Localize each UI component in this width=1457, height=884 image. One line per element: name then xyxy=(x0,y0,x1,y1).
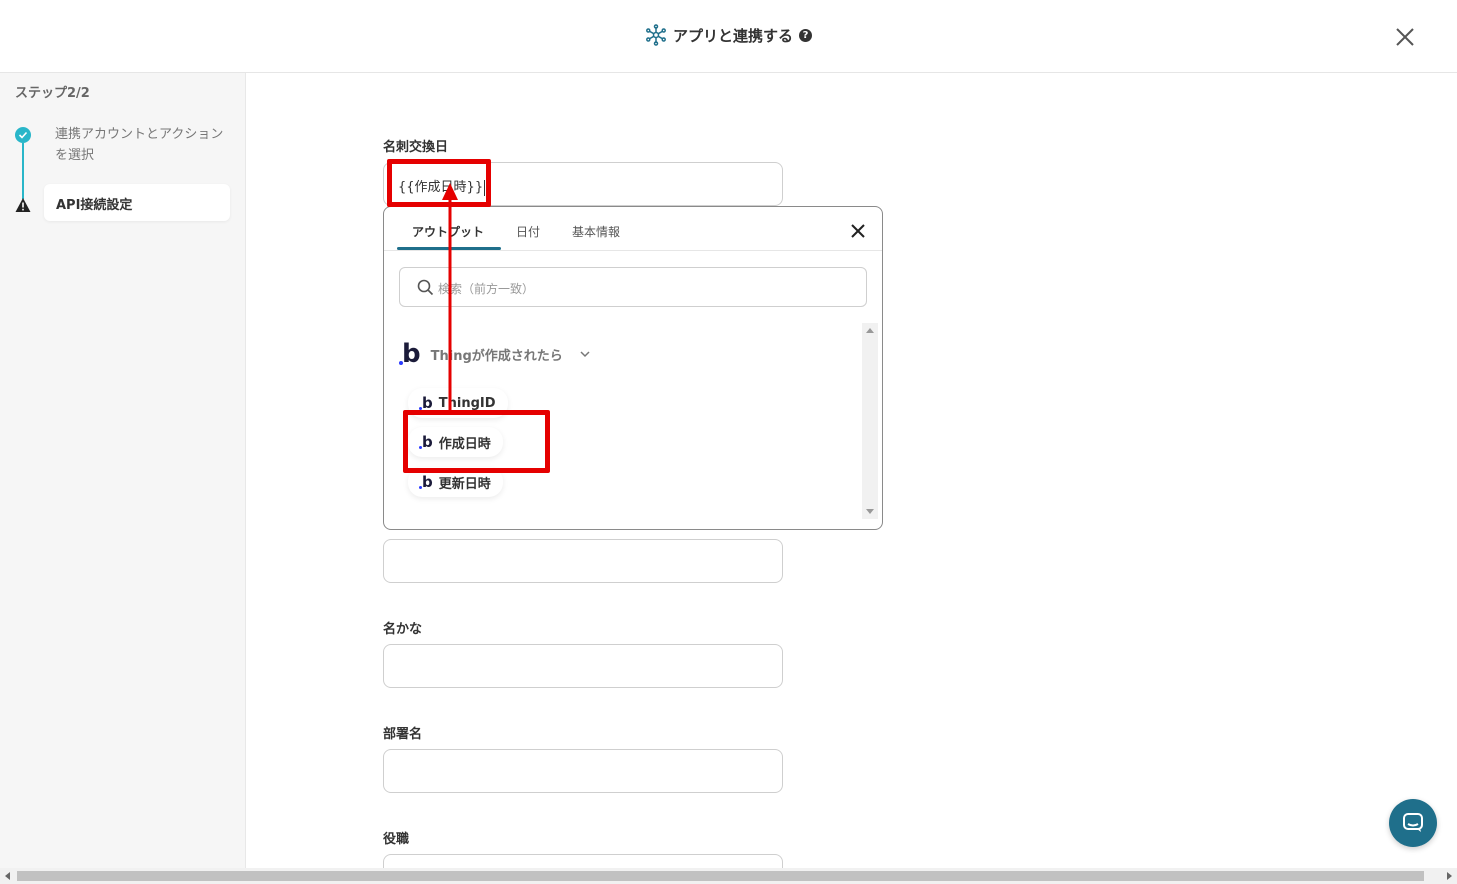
chat-support-button[interactable] xyxy=(1389,799,1437,847)
item-logo-letter: b xyxy=(422,394,433,412)
active-tab-indicator xyxy=(397,247,501,250)
scroll-up-arrow[interactable] xyxy=(866,328,874,333)
horizontal-scrollbar[interactable] xyxy=(0,868,1457,884)
list-item-updated-at[interactable]: b 更新日時 xyxy=(408,467,503,497)
text-caret xyxy=(484,179,486,196)
field-label-department: 部署名 xyxy=(383,727,423,742)
field-label-name-kana: 名かな xyxy=(383,622,423,637)
close-icon xyxy=(1396,28,1414,46)
meishi-date-value-text: {{作成日時}} xyxy=(398,180,484,195)
scrollbar-thumb[interactable] xyxy=(17,871,1424,881)
tab-output[interactable]: アウトプット xyxy=(412,223,484,240)
integration-icon xyxy=(646,24,666,46)
modal-header: アプリと連携する ? xyxy=(0,0,1457,73)
department-input[interactable] xyxy=(383,749,783,793)
scroll-left-arrow[interactable] xyxy=(5,872,10,880)
close-icon xyxy=(851,224,865,238)
app-logo-letter: b xyxy=(402,339,421,369)
item-logo-letter: b xyxy=(422,433,433,451)
item-logo-letter: b xyxy=(422,473,433,491)
item-label: ThingID xyxy=(438,395,496,411)
scroll-down-arrow[interactable] xyxy=(866,509,874,514)
item-label: 更新日時 xyxy=(438,476,491,492)
app-logo-icon: b xyxy=(399,339,421,369)
output-picker-popup: アウトプット 日付 基本情報 検索（前方一致） b Thingが作成されたら b xyxy=(383,206,883,530)
step-api-settings-label: API接続設定 xyxy=(56,198,133,213)
tab-date[interactable]: 日付 xyxy=(516,223,540,240)
field-label-position: 役職 xyxy=(383,832,410,847)
app-logo-icon: b xyxy=(419,394,433,412)
step-api-settings[interactable]: API接続設定 xyxy=(44,184,230,221)
app-logo-icon: b xyxy=(419,473,433,491)
tab-basic-info[interactable]: 基本情報 xyxy=(572,223,620,240)
steps-sidebar: ステップ2/2 連携アカウントとアクションを選択 API接続設定 xyxy=(0,73,246,868)
close-popup-button[interactable] xyxy=(849,222,867,240)
search-icon xyxy=(417,279,434,296)
step-connector xyxy=(22,143,24,199)
name-kana-input[interactable] xyxy=(383,644,783,688)
chevron-down-icon xyxy=(580,351,590,358)
field-input-2[interactable] xyxy=(383,539,783,583)
list-item-thingid[interactable]: b ThingID xyxy=(408,388,508,418)
title-text: アプリと連携する xyxy=(672,26,793,45)
field-label-meishi-date: 名刺交換日 xyxy=(383,140,449,155)
chat-icon xyxy=(1403,813,1423,832)
popup-tabs: アウトプット 日付 基本情報 xyxy=(384,207,882,251)
check-icon xyxy=(15,127,31,143)
warning-icon xyxy=(15,198,31,212)
close-modal-button[interactable] xyxy=(1392,24,1418,50)
help-icon[interactable]: ? xyxy=(799,28,812,42)
group-thing-created[interactable]: b Thingが作成されたら xyxy=(399,339,591,369)
scroll-right-arrow[interactable] xyxy=(1447,872,1452,880)
app-logo-icon: b xyxy=(419,433,433,451)
item-label: 作成日時 xyxy=(438,436,491,452)
group-label: Thingが作成されたら xyxy=(430,348,563,364)
output-list: b Thingが作成されたら b ThingID b 作成日時 b 更新日時 xyxy=(384,325,862,520)
list-item-created-at[interactable]: b 作成日時 xyxy=(408,427,503,457)
search-input[interactable]: 検索（前方一致） xyxy=(399,267,867,307)
search-placeholder: 検索（前方一致） xyxy=(438,282,535,296)
step-select-account-action[interactable]: 連携アカウントとアクションを選択 xyxy=(55,124,225,166)
meishi-date-value: {{作成日時}} xyxy=(398,176,486,196)
step-count: ステップ2/2 xyxy=(15,86,90,101)
meishi-date-input[interactable]: {{作成日時}} xyxy=(383,162,783,206)
modal-title: アプリと連携する ? xyxy=(0,24,1457,46)
popup-scrollbar[interactable] xyxy=(862,323,878,519)
